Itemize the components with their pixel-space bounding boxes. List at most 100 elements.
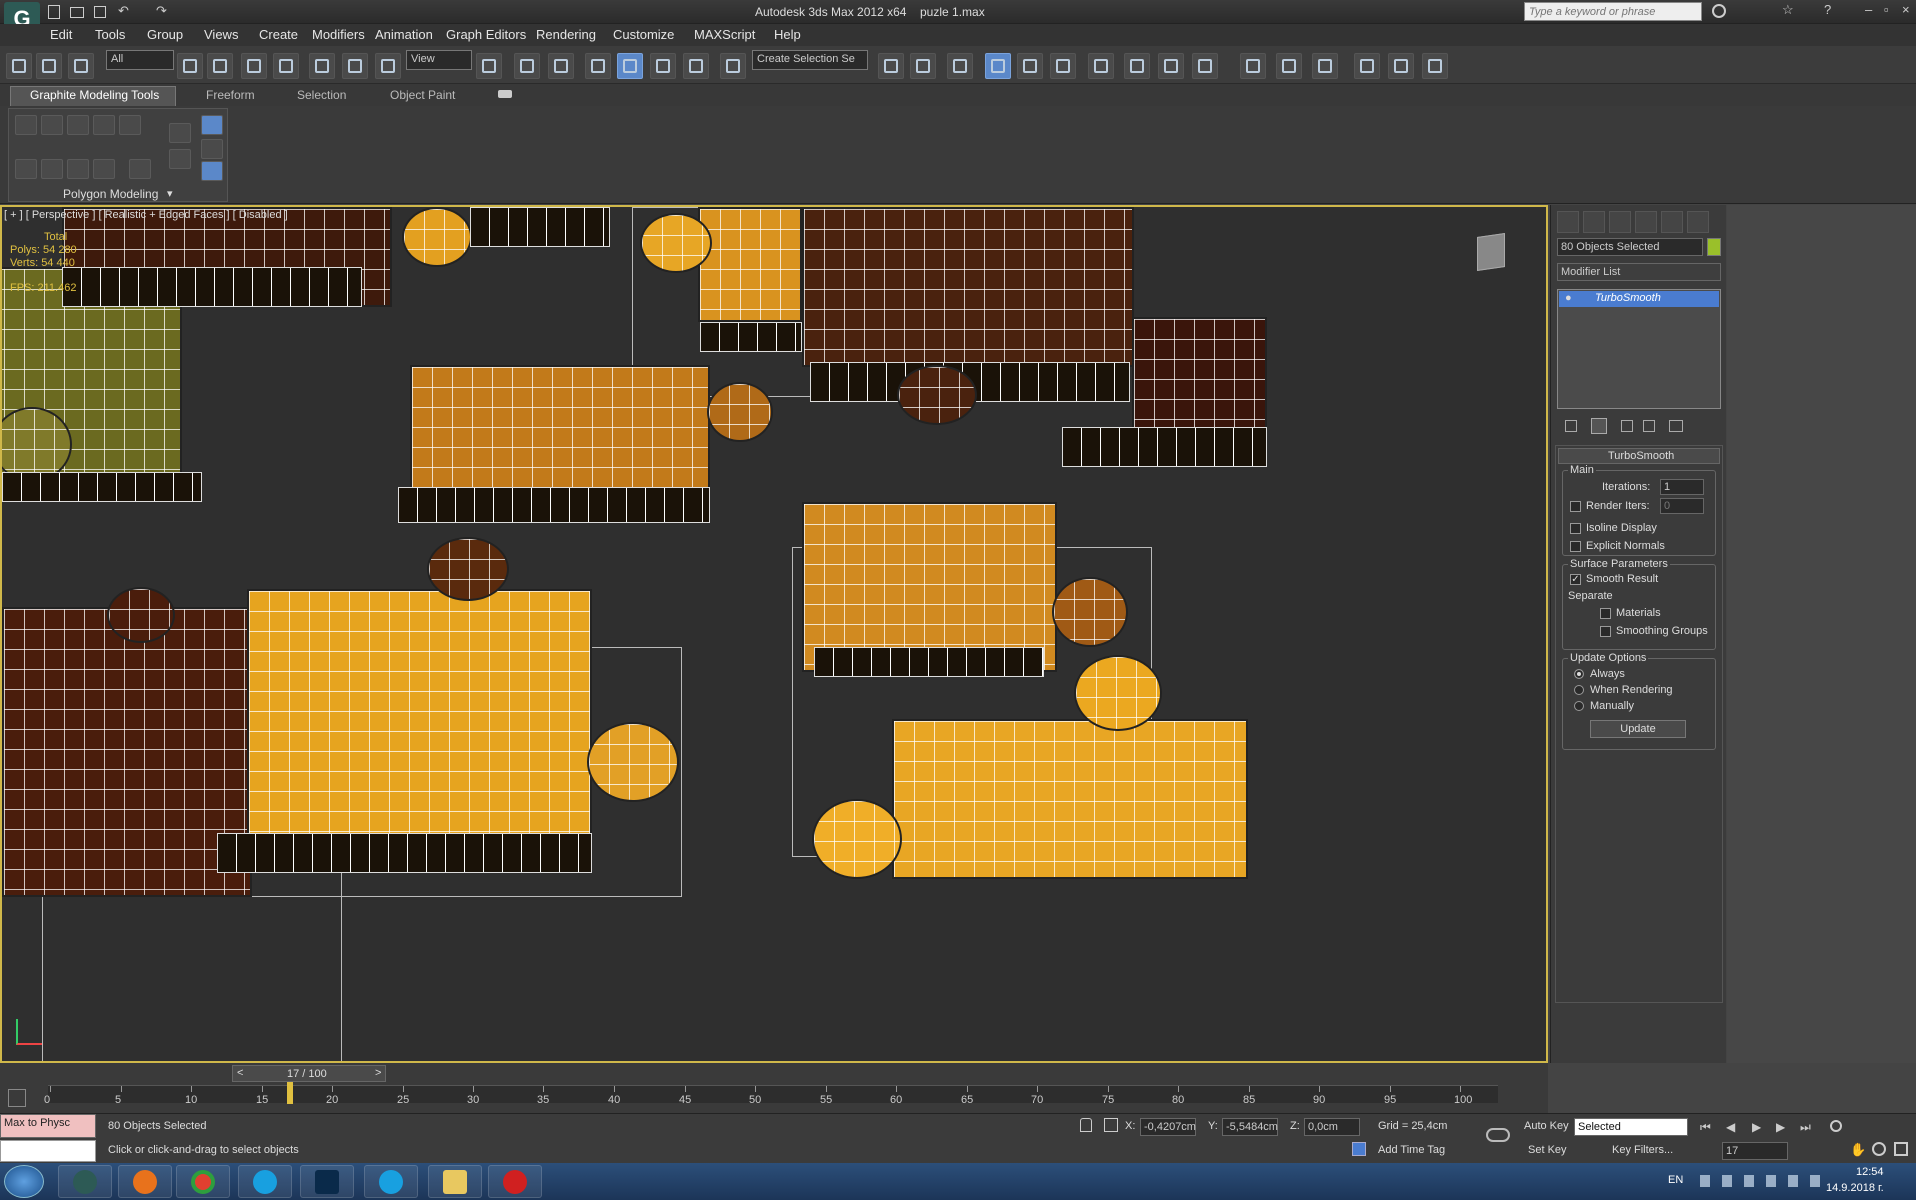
timeline-track[interactable]: 0 5 10 15 20 25 30 35 40 45 50 55 60 65 70 75 80 85 90 95 10… xyxy=(44,1082,1498,1106)
taskbar-app[interactable] xyxy=(488,1165,542,1198)
maxscript-listener[interactable]: Max to Physc xyxy=(0,1114,96,1138)
unlink-icon[interactable] xyxy=(36,53,62,79)
tool-d-icon[interactable] xyxy=(1354,53,1380,79)
modifier-list-dropdown[interactable]: Modifier List xyxy=(1557,263,1721,281)
time-next-icon[interactable]: > xyxy=(375,1067,381,1079)
y-field[interactable]: -5,5484cm xyxy=(1222,1118,1278,1136)
spinner-snap-icon[interactable] xyxy=(683,53,709,79)
stack-item-turbosmooth[interactable]: ● TurboSmooth xyxy=(1559,291,1719,307)
menu-maxscript[interactable]: MAXScript xyxy=(694,27,755,42)
next-frame-icon[interactable]: ▶ xyxy=(1776,1120,1785,1134)
iterations-spinner[interactable]: 1 xyxy=(1660,479,1704,495)
puzzle-piece[interactable] xyxy=(247,589,592,869)
modify-mode-icon[interactable] xyxy=(169,123,191,143)
go-to-start-icon[interactable]: ⏮ xyxy=(1700,1120,1711,1135)
rotate-icon[interactable] xyxy=(342,53,368,79)
menu-animation[interactable]: Animation xyxy=(375,27,433,42)
subobj-level-icon[interactable] xyxy=(129,159,151,179)
prev-frame-icon[interactable]: ◀ xyxy=(1726,1120,1735,1134)
use-soft-selection-icon[interactable] xyxy=(201,139,223,159)
current-frame-marker[interactable] xyxy=(287,1082,293,1104)
move-icon[interactable] xyxy=(309,53,335,79)
smooth-result-checkbox[interactable]: ✓ xyxy=(1570,574,1581,585)
key-filters-button[interactable]: Key Filters... xyxy=(1612,1144,1673,1156)
menu-customize[interactable]: Customize xyxy=(613,27,674,42)
maximize-icon[interactable]: ▫ xyxy=(1884,2,1889,17)
vertex-icon[interactable] xyxy=(15,115,37,135)
render-icon[interactable] xyxy=(1192,53,1218,79)
show-end-result-toggle-icon[interactable] xyxy=(1591,418,1607,434)
toggle-command-mode-icon[interactable] xyxy=(93,159,115,179)
angle-snap-icon[interactable] xyxy=(617,53,643,79)
tray-icons[interactable] xyxy=(1700,1175,1830,1187)
reference-coord-dropdown[interactable]: View xyxy=(406,50,472,70)
menu-group[interactable]: Group xyxy=(147,27,183,42)
perspective-viewport[interactable]: [ + ] [ Perspective ] [ Realistic + Edge… xyxy=(0,205,1548,1063)
modify-tab-icon[interactable] xyxy=(1583,211,1605,233)
remove-modifier-icon[interactable] xyxy=(1643,420,1655,432)
tool-a-icon[interactable] xyxy=(1240,53,1266,79)
bind-spacewarp-icon[interactable] xyxy=(68,53,94,79)
taskbar-explorer[interactable] xyxy=(428,1165,482,1198)
menu-help[interactable]: Help xyxy=(774,27,801,42)
puzzle-tab[interactable] xyxy=(587,722,679,802)
edit-named-sets-icon[interactable] xyxy=(720,53,746,79)
when-rendering-radio[interactable] xyxy=(1574,685,1584,695)
puzzle-tab[interactable] xyxy=(427,537,509,601)
taskbar-firefox[interactable] xyxy=(118,1165,172,1198)
open-file-icon[interactable] xyxy=(70,7,84,18)
taskbar-chrome[interactable] xyxy=(176,1165,230,1198)
rollout-title[interactable]: TurboSmooth xyxy=(1608,450,1674,462)
render-iters-spinner[interactable]: 0 xyxy=(1660,498,1704,514)
zoom-icon[interactable] xyxy=(1830,1120,1842,1132)
window-crossing-icon[interactable] xyxy=(273,53,299,79)
schematic-view-icon[interactable] xyxy=(1050,53,1076,79)
puzzle-tab[interactable] xyxy=(1052,577,1128,647)
set-key-button[interactable]: Set Key xyxy=(1528,1144,1567,1156)
lightbulb-icon[interactable]: ● xyxy=(1565,292,1572,304)
puzzle-tab[interactable] xyxy=(640,213,712,273)
percent-snap-icon[interactable] xyxy=(650,53,676,79)
time-tag-icon[interactable] xyxy=(1352,1142,1366,1156)
render-setup-icon[interactable] xyxy=(1124,53,1150,79)
puzzle-tab[interactable] xyxy=(402,207,472,267)
time-slider[interactable]: < 17 / 100 > xyxy=(232,1065,386,1082)
next-modifier-icon[interactable] xyxy=(41,159,63,179)
edge-icon[interactable] xyxy=(41,115,63,135)
maximize-viewport-icon[interactable] xyxy=(1894,1142,1908,1156)
new-file-icon[interactable] xyxy=(48,5,60,19)
key-mode-dropdown[interactable]: Selected xyxy=(1574,1118,1688,1136)
z-field[interactable]: 0,0cm xyxy=(1304,1118,1360,1136)
taskbar-skype[interactable] xyxy=(238,1165,292,1198)
time-prev-icon[interactable]: < xyxy=(237,1067,243,1079)
puzzle-piece[interactable] xyxy=(698,207,802,322)
element-icon[interactable] xyxy=(119,115,141,135)
x-field[interactable]: -0,4207cm xyxy=(1140,1118,1196,1136)
isoline-display-checkbox[interactable] xyxy=(1570,523,1581,534)
taskbar-skype-2[interactable] xyxy=(364,1165,418,1198)
mini-curve-icon[interactable] xyxy=(8,1089,26,1107)
search-input[interactable] xyxy=(1524,2,1702,21)
auto-key-button[interactable]: Auto Key xyxy=(1524,1120,1569,1132)
tool-e-icon[interactable] xyxy=(1388,53,1414,79)
named-selection-dropdown[interactable]: Create Selection Se xyxy=(752,50,868,70)
material-editor-icon[interactable] xyxy=(1088,53,1114,79)
puzzle-tab[interactable] xyxy=(1074,655,1162,731)
select-object-icon[interactable] xyxy=(177,53,203,79)
puzzle-tab[interactable] xyxy=(812,799,902,879)
display-tab-icon[interactable] xyxy=(1661,211,1683,233)
previous-modifier-icon[interactable] xyxy=(15,159,37,179)
viewport-label[interactable]: [ + ] [ Perspective ] [ Realistic + Edge… xyxy=(4,209,288,221)
rect-selection-icon[interactable] xyxy=(241,53,267,79)
minimize-icon[interactable]: – xyxy=(1865,2,1872,17)
absolute-mode-icon[interactable] xyxy=(1104,1118,1118,1132)
clock-date[interactable]: 14.9.2018 г. xyxy=(1826,1182,1884,1194)
utilities-tab-icon[interactable] xyxy=(1687,211,1709,233)
collapse-stack-icon[interactable] xyxy=(169,149,191,169)
update-button[interactable]: Update xyxy=(1590,720,1686,738)
menu-edit[interactable]: Edit xyxy=(50,27,72,42)
menu-tools[interactable]: Tools xyxy=(95,27,125,42)
explicit-normals-checkbox[interactable] xyxy=(1570,541,1581,552)
pan-icon[interactable]: ✋ xyxy=(1850,1142,1866,1158)
undo-icon[interactable]: ↶ xyxy=(118,3,129,19)
